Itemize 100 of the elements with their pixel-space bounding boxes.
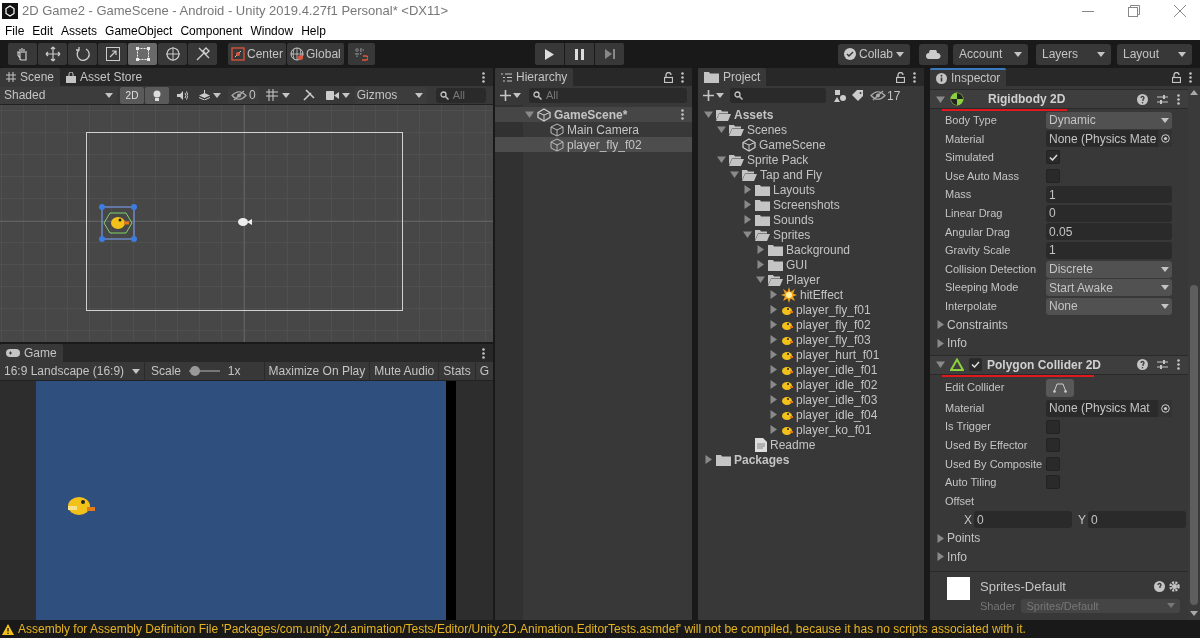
menu-item[interactable]: File (1, 22, 29, 40)
gizmos-dropdown[interactable]: Gizmos (354, 86, 427, 104)
hidden-objects-toggle[interactable]: 0 (228, 86, 259, 104)
lighting-toggle[interactable] (145, 86, 169, 104)
more-options-icon[interactable] (482, 71, 485, 83)
more-options-icon[interactable] (482, 347, 485, 359)
scroll-down-icon[interactable] (1190, 611, 1198, 616)
menu-item[interactable]: GameObject (101, 22, 177, 40)
collapsed-arrow-icon[interactable] (769, 380, 778, 389)
more-options-icon[interactable] (913, 71, 916, 83)
pivot-rotation-button[interactable]: Global (287, 43, 344, 65)
presets-icon[interactable] (1157, 93, 1168, 105)
component-header[interactable]: Rigidbody 2D (930, 89, 1188, 109)
search-field[interactable] (730, 88, 826, 103)
tools-icon[interactable] (188, 43, 217, 65)
scroll-up-icon[interactable] (1190, 90, 1198, 95)
filter-by-label-button[interactable] (852, 89, 864, 102)
collapsed-arrow-icon[interactable] (704, 455, 713, 464)
number-field[interactable]: 0 (974, 511, 1072, 529)
tree-item[interactable]: player_fly_f01 (796, 300, 871, 319)
panel-tab[interactable]: Game (0, 344, 63, 362)
rotate-tool-icon[interactable] (68, 43, 97, 65)
expanded-arrow-icon[interactable] (936, 360, 945, 370)
foldout-label[interactable]: Points (947, 529, 981, 548)
collapsed-arrow-icon[interactable] (936, 338, 945, 348)
account-dropdown[interactable]: Account (953, 43, 1028, 65)
menu-item[interactable]: Edit (28, 22, 58, 40)
collapsed-arrow-icon[interactable] (769, 410, 778, 419)
game-view-toggle[interactable]: Maximize On Play (263, 361, 370, 381)
enable-checkbox[interactable] (969, 358, 982, 372)
foldout-label[interactable]: Constraints (947, 315, 1008, 334)
checkbox[interactable] (1046, 150, 1060, 165)
number-field[interactable]: 0 (1088, 511, 1186, 529)
menu-item[interactable]: Component (176, 22, 247, 40)
collapsed-arrow-icon[interactable] (743, 185, 752, 194)
collapsed-arrow-icon[interactable] (769, 290, 778, 299)
collapsed-arrow-icon[interactable] (756, 245, 765, 254)
create-dropdown[interactable] (703, 90, 724, 101)
expanded-arrow-icon[interactable] (936, 94, 945, 104)
layers-dropdown[interactable]: Layers (1036, 43, 1111, 65)
lock-icon[interactable] (896, 71, 905, 83)
component-header[interactable]: Polygon Collider 2D (930, 354, 1188, 375)
layout-dropdown[interactable]: Layout (1117, 43, 1192, 65)
scrollbar-thumb[interactable] (1190, 285, 1198, 605)
edit-collider-button[interactable] (1046, 378, 1074, 397)
collapsed-arrow-icon[interactable] (756, 260, 765, 269)
more-options-icon[interactable] (681, 109, 684, 120)
menu-item[interactable]: Assets (57, 22, 102, 40)
collapsed-arrow-icon[interactable] (769, 425, 778, 434)
panel-tab[interactable]: Scene (0, 68, 61, 86)
number-field[interactable]: 1 (1046, 241, 1172, 259)
aspect-dropdown[interactable]: 16:9 Landscape (16:9) (0, 361, 145, 381)
collapsed-arrow-icon[interactable] (936, 320, 945, 330)
move-tool-icon[interactable] (38, 43, 67, 65)
dropdown[interactable]: Start Awake (1046, 279, 1172, 297)
panel-tab[interactable]: Hierarchy (495, 68, 574, 86)
presets-icon[interactable] (1157, 359, 1168, 371)
object-field[interactable]: None (Physics Mate (1046, 130, 1172, 148)
dropdown[interactable]: None (1046, 297, 1172, 315)
expanded-arrow-icon[interactable] (717, 155, 726, 164)
menu-item[interactable]: Window (246, 22, 298, 40)
step-button[interactable] (595, 43, 624, 65)
maximize-icon[interactable] (1128, 5, 1140, 17)
filter-by-type-button[interactable] (834, 89, 846, 102)
number-field[interactable]: 1 (1046, 186, 1172, 204)
expanded-arrow-icon[interactable] (717, 125, 726, 134)
help-icon[interactable] (1137, 93, 1148, 105)
collapsed-arrow-icon[interactable] (936, 533, 945, 543)
tree-item[interactable]: Main Camera (567, 120, 640, 139)
game-view-toggle[interactable]: Stats (438, 361, 475, 381)
close-icon[interactable] (1174, 5, 1186, 17)
expanded-arrow-icon[interactable] (730, 170, 739, 179)
more-options-icon[interactable] (681, 71, 684, 83)
pause-button[interactable] (565, 43, 594, 65)
dropdown[interactable]: Discrete (1046, 260, 1172, 278)
expanded-arrow-icon[interactable] (525, 110, 534, 119)
object-field[interactable]: None (Physics Mat (1046, 399, 1172, 417)
number-field[interactable]: 0.05 (1046, 223, 1172, 241)
help-icon[interactable] (1154, 581, 1165, 593)
play-button[interactable] (535, 43, 564, 65)
collapsed-arrow-icon[interactable] (743, 215, 752, 224)
help-icon[interactable] (1137, 359, 1148, 371)
scale-slider[interactable] (189, 366, 220, 376)
collapsed-arrow-icon[interactable] (769, 395, 778, 404)
scale-tool-icon[interactable] (98, 43, 127, 65)
game-view-toggle[interactable]: G (474, 361, 493, 381)
dropdown[interactable]: Dynamic (1046, 111, 1172, 129)
panel-tab[interactable]: Inspector (930, 68, 1007, 86)
game-view-toggle[interactable]: Mute Audio (369, 361, 439, 381)
lock-icon[interactable] (1172, 71, 1181, 83)
collapsed-arrow-icon[interactable] (769, 305, 778, 314)
collapsed-arrow-icon[interactable] (769, 350, 778, 359)
foldout-label[interactable]: Info (947, 547, 967, 566)
transform-tool-icon[interactable] (158, 43, 187, 65)
shading-dropdown[interactable]: Shaded (0, 86, 117, 104)
hidden-packages-toggle[interactable]: 17 (870, 86, 901, 105)
more-options-icon[interactable] (1177, 359, 1180, 371)
object-picker-icon[interactable] (1160, 403, 1170, 413)
menu-item[interactable]: Help (297, 22, 330, 40)
tree-item[interactable]: Packages (734, 450, 790, 469)
